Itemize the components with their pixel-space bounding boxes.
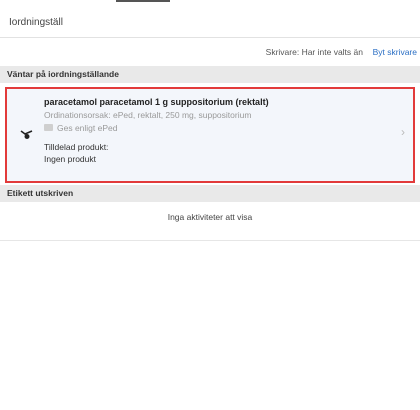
assigned-product-label: Tilldelad produkt:	[44, 142, 109, 152]
section-title-printed: Etikett utskriven	[7, 188, 74, 198]
printer-row: Skrivare: Har inte valts än Byt skrivare	[0, 44, 420, 60]
assigned-product-value: Ingen produkt	[44, 154, 96, 164]
section-title-pending: Väntar på iordningställande	[7, 69, 119, 79]
empty-state-message: Inga aktiviteter att visa	[167, 212, 253, 222]
chevron-right-icon: ›	[401, 125, 405, 139]
change-printer-link[interactable]: Byt skrivare	[373, 47, 417, 57]
section-header-printed: Etikett utskriven	[0, 185, 420, 202]
instruction-row: Ges enligt ePed	[44, 123, 117, 134]
active-tab-indicator	[116, 0, 170, 2]
section-header-pending: Väntar på iordningställande	[0, 66, 420, 83]
order-reason: Ordinationsorsak: ePed, rektalt, 250 mg,…	[44, 110, 252, 120]
medication-name: paracetamol paracetamol 1 g suppositoriu…	[44, 97, 269, 107]
order-card[interactable]: paracetamol paracetamol 1 g suppositoriu…	[5, 87, 415, 183]
printer-status: Skrivare: Har inte valts än	[265, 47, 363, 57]
title-bar: Iordningställ	[0, 8, 420, 38]
pill-dispense-icon	[20, 130, 33, 139]
divider	[0, 240, 420, 241]
instruction-text: Ges enligt ePed	[57, 123, 118, 133]
message-icon	[44, 124, 53, 132]
page-title: Iordningställ	[9, 17, 63, 28]
